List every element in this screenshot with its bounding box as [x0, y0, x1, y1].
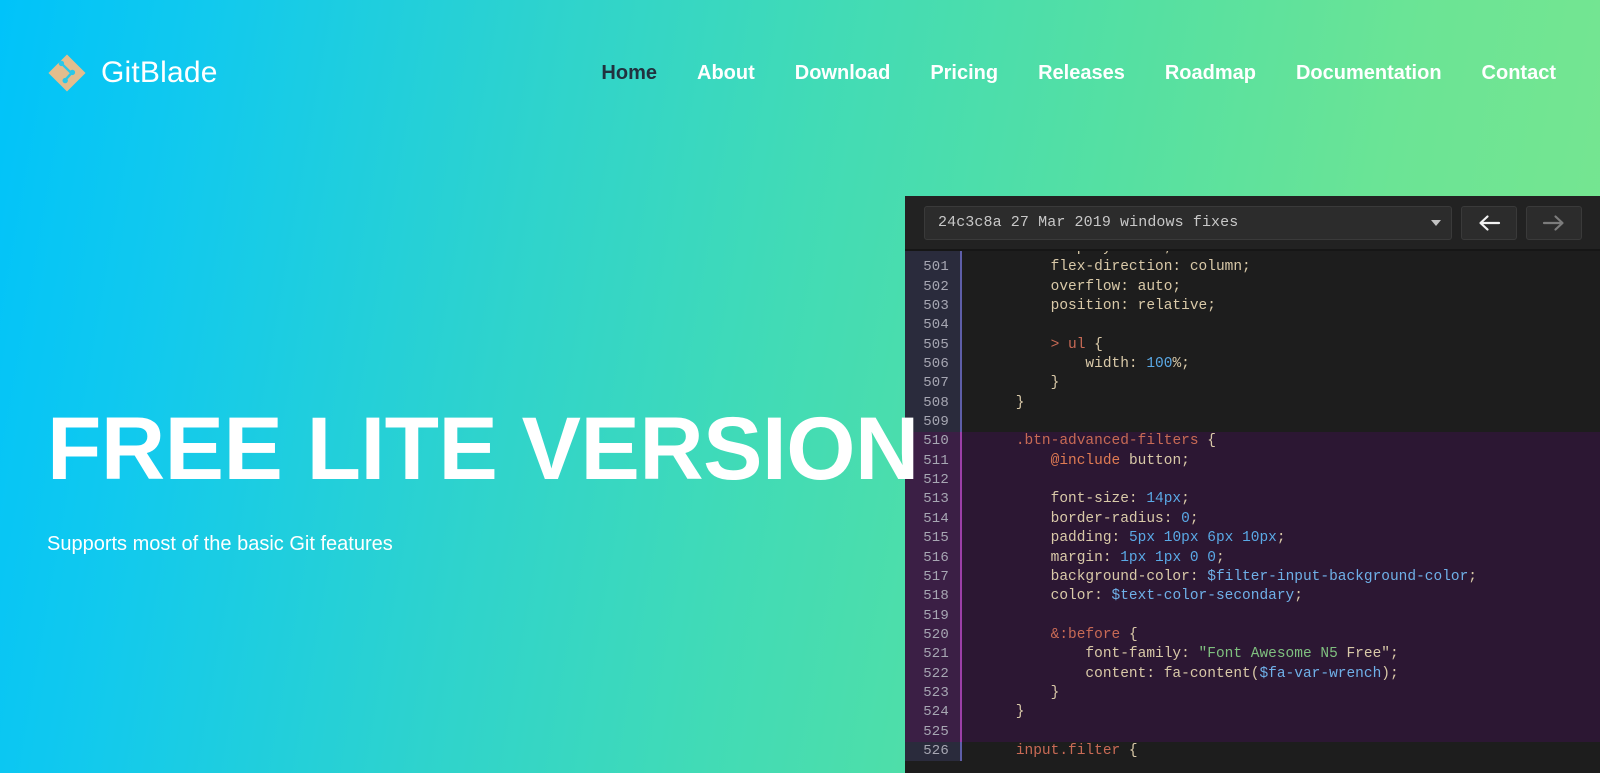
line-number: 502 [905, 278, 962, 297]
code-line[interactable]: 512 [905, 471, 1600, 490]
line-number: 522 [905, 665, 962, 684]
code-line[interactable]: 516 margin: 1px 1px 0 0; [905, 549, 1600, 568]
hero-subtitle: Supports most of the basic Git features [47, 532, 947, 556]
brand-name: GitBlade [101, 58, 218, 88]
code-line[interactable]: 501 flex-direction: column; [905, 258, 1600, 277]
site-header: GitBlade Home About Download Pricing Rel… [0, 0, 1600, 146]
line-number: 506 [905, 355, 962, 374]
nav-item-roadmap[interactable]: Roadmap [1165, 63, 1256, 83]
line-number: 517 [905, 568, 962, 587]
line-number: 525 [905, 723, 962, 742]
hero-title: FREE LITE VERSION [47, 404, 947, 493]
code-line-text: width: 100%; [962, 355, 1600, 374]
code-line[interactable]: 525 [905, 723, 1600, 742]
code-line-text: > ul { [962, 336, 1600, 355]
code-line-text [962, 471, 1600, 490]
code-line-text: .btn-advanced-filters { [962, 432, 1600, 451]
code-line[interactable]: 507 } [905, 374, 1600, 393]
code-line-text: background-color: $filter-input-backgrou… [962, 568, 1600, 587]
code-line[interactable]: 508 } [905, 394, 1600, 413]
code-line[interactable]: 514 border-radius: 0; [905, 510, 1600, 529]
code-line[interactable]: 504 [905, 316, 1600, 335]
arrow-left-icon [1477, 214, 1501, 232]
commit-toolbar: 24c3c8a 27 Mar 2019 windows fixes [905, 196, 1600, 250]
code-line-text: margin: 1px 1px 0 0; [962, 549, 1600, 568]
code-line-text: input.filter { [962, 742, 1600, 761]
code-line-text: } [962, 684, 1600, 703]
code-line-text: font-family: "Font Awesome N5 Free"; [962, 645, 1600, 664]
commit-selector-value: 24c3c8a 27 Mar 2019 windows fixes [938, 214, 1425, 231]
nav-item-releases[interactable]: Releases [1038, 63, 1125, 83]
nav-item-pricing[interactable]: Pricing [930, 63, 998, 83]
code-line[interactable]: 523 } [905, 684, 1600, 703]
line-number: 523 [905, 684, 962, 703]
nav-item-about[interactable]: About [697, 63, 755, 83]
code-line-text: } [962, 394, 1600, 413]
code-diff-viewer[interactable]: display: flex;501 flex-direction: column… [905, 250, 1600, 773]
arrow-right-icon [1542, 214, 1566, 232]
brand-logo-link[interactable]: GitBlade [47, 53, 218, 93]
code-line-text: } [962, 703, 1600, 722]
main-navigation: Home About Download Pricing Releases Roa… [601, 63, 1556, 83]
code-line[interactable]: 505 > ul { [905, 336, 1600, 355]
code-line-text: flex-direction: column; [962, 258, 1600, 277]
line-number: 503 [905, 297, 962, 316]
chevron-down-icon [1431, 220, 1441, 226]
code-line[interactable]: 517 background-color: $filter-input-back… [905, 568, 1600, 587]
line-number: 507 [905, 374, 962, 393]
code-line[interactable]: 515 padding: 5px 10px 6px 10px; [905, 529, 1600, 548]
code-line[interactable]: 509 [905, 413, 1600, 432]
nav-item-home[interactable]: Home [601, 63, 657, 83]
code-line[interactable]: 520 &:before { [905, 626, 1600, 645]
code-line-text: color: $text-color-secondary; [962, 587, 1600, 606]
hero-section: FREE LITE VERSION Supports most of the b… [47, 404, 947, 556]
code-line[interactable]: 524 } [905, 703, 1600, 722]
nav-item-documentation[interactable]: Documentation [1296, 63, 1442, 83]
line-number: 504 [905, 316, 962, 335]
code-line-text [962, 607, 1600, 626]
code-line[interactable]: 521 font-family: "Font Awesome N5 Free"… [905, 645, 1600, 664]
line-number [905, 250, 962, 258]
line-number: 520 [905, 626, 962, 645]
code-line[interactable]: 522 content: fa-content($fa-var-wrench); [905, 665, 1600, 684]
line-number: 521 [905, 645, 962, 664]
line-number: 519 [905, 607, 962, 626]
code-line[interactable]: 502 overflow: auto; [905, 278, 1600, 297]
commit-selector-dropdown[interactable]: 24c3c8a 27 Mar 2019 windows fixes [924, 206, 1452, 240]
line-number: 501 [905, 258, 962, 277]
previous-commit-button[interactable] [1461, 206, 1517, 240]
code-line-text: content: fa-content($fa-var-wrench); [962, 665, 1600, 684]
code-line[interactable]: 526 input.filter { [905, 742, 1600, 761]
line-number: 518 [905, 587, 962, 606]
code-line-text: padding: 5px 10px 6px 10px; [962, 529, 1600, 548]
code-line-text: font-size: 14px; [962, 490, 1600, 509]
code-line-text: border-radius: 0; [962, 510, 1600, 529]
code-line[interactable]: 510 .btn-advanced-filters { [905, 432, 1600, 451]
code-line-text: @include button; [962, 452, 1600, 471]
code-line[interactable]: 519 [905, 607, 1600, 626]
code-line-text: &:before { [962, 626, 1600, 645]
git-branch-diamond-icon [47, 53, 87, 93]
code-line-text: overflow: auto; [962, 278, 1600, 297]
code-line-text [962, 413, 1600, 432]
code-line[interactable]: display: flex; [905, 250, 1600, 258]
code-line[interactable]: 503 position: relative; [905, 297, 1600, 316]
line-number: 524 [905, 703, 962, 722]
code-line-text: display: flex; [962, 250, 1600, 258]
code-line-text [962, 316, 1600, 335]
line-number: 526 [905, 742, 962, 761]
code-line[interactable]: 506 width: 100%; [905, 355, 1600, 374]
nav-item-contact[interactable]: Contact [1482, 63, 1556, 83]
code-line-text: position: relative; [962, 297, 1600, 316]
code-line-text [962, 723, 1600, 742]
line-number: 505 [905, 336, 962, 355]
next-commit-button[interactable] [1526, 206, 1582, 240]
code-area-top-edge [905, 250, 1600, 251]
code-line-text: } [962, 374, 1600, 393]
code-line[interactable]: 518 color: $text-color-secondary; [905, 587, 1600, 606]
nav-item-download[interactable]: Download [795, 63, 891, 83]
app-screenshot-panel: 24c3c8a 27 Mar 2019 windows fixes displa… [905, 196, 1600, 773]
code-line[interactable]: 513 font-size: 14px; [905, 490, 1600, 509]
code-line[interactable]: 511 @include button; [905, 452, 1600, 471]
